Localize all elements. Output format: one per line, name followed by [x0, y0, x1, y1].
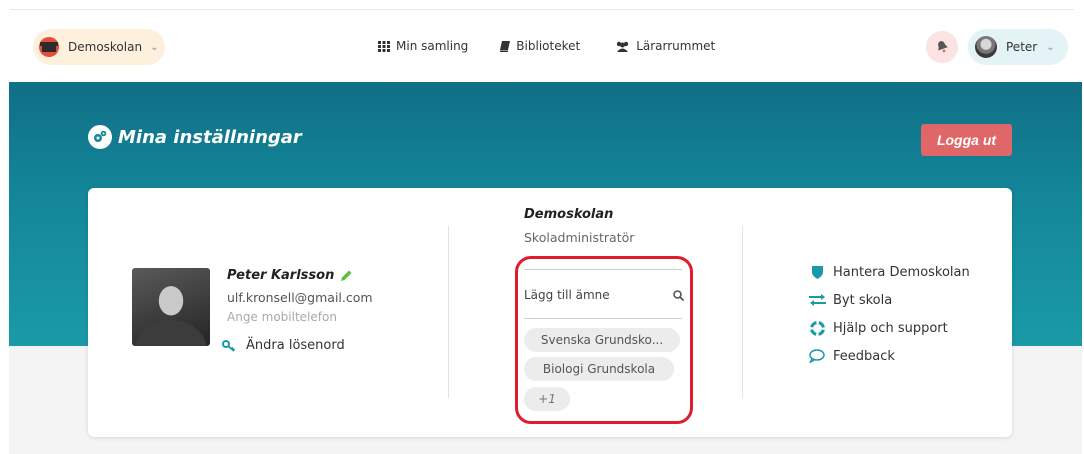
user-name-text: Peter Karlsson: [227, 268, 335, 283]
account-actions: Hantera Demoskolan Byt skola Hjälp och s…: [808, 258, 970, 370]
feedback-link[interactable]: Feedback: [808, 342, 970, 370]
top-navigation: Demoskolan ⌄ Min samling Biblioteket Lär…: [0, 0, 1084, 82]
nav-lararrummet[interactable]: Lärarrummet: [615, 39, 715, 53]
subject-chip[interactable]: Svenska Grundsko...: [524, 328, 680, 352]
school-role: Skoladministratör: [524, 230, 635, 245]
action-label: Hjälp och support: [833, 320, 948, 336]
column-divider: [742, 226, 743, 398]
key-icon: [222, 339, 236, 352]
shield-icon: [808, 265, 826, 279]
settings-card: Peter Karlsson ulf.kronsell@gmail.com An…: [88, 188, 1012, 437]
gears-icon: [88, 125, 112, 149]
change-password-label: Ändra lösenord: [246, 338, 345, 353]
add-mobile-phone-link[interactable]: Ange mobiltelefon: [227, 310, 337, 324]
avatar: [975, 36, 997, 58]
page-title: Mina inställningar: [88, 125, 302, 149]
search-icon[interactable]: [673, 286, 685, 305]
user-menu[interactable]: Peter ⌄: [968, 29, 1068, 65]
lifebuoy-icon: [808, 320, 826, 336]
nav-label: Biblioteket: [516, 39, 581, 53]
page-title-text: Mina inställningar: [118, 126, 302, 148]
school-switcher-label: Demoskolan: [68, 40, 143, 54]
action-label: Feedback: [833, 348, 895, 364]
action-label: Byt skola: [833, 292, 893, 308]
grid-icon: [378, 40, 390, 52]
switch-school-link[interactable]: Byt skola: [808, 286, 970, 314]
school-logo-icon: [39, 37, 59, 57]
profile-photo: [132, 268, 210, 346]
notifications-button[interactable]: [926, 31, 958, 63]
more-subjects-chip[interactable]: +1: [524, 387, 570, 411]
user-email: ulf.kronsell@gmail.com: [227, 290, 373, 305]
column-divider: [448, 226, 449, 398]
add-subject-input[interactable]: [524, 288, 654, 302]
nav-label: Lärarrummet: [636, 39, 716, 53]
nav-biblioteket[interactable]: Biblioteket: [500, 39, 580, 53]
swap-arrows-icon: [808, 294, 826, 306]
main-nav: Min samling Biblioteket Lärarrummet: [368, 36, 715, 56]
manage-school-link[interactable]: Hantera Demoskolan: [808, 258, 970, 286]
top-border-line: [10, 9, 1074, 10]
school-switcher[interactable]: Demoskolan ⌄: [33, 29, 165, 65]
speech-bubble-icon: [808, 349, 826, 363]
school-name: Demoskolan: [524, 207, 614, 222]
divider-line: [524, 318, 682, 319]
help-support-link[interactable]: Hjälp och support: [808, 314, 970, 342]
subject-search: [524, 284, 685, 306]
nav-label: Min samling: [396, 39, 469, 53]
logout-button[interactable]: Logga ut: [921, 124, 1012, 156]
divider-line: [524, 269, 682, 270]
bell-icon: [936, 38, 948, 57]
change-password-link[interactable]: Ändra lösenord: [222, 338, 345, 353]
users-icon: [615, 41, 630, 52]
nav-min-samling[interactable]: Min samling: [378, 39, 468, 53]
subject-chip[interactable]: Biologi Grundskola: [524, 357, 674, 381]
book-icon: [500, 40, 511, 52]
user-name: Peter Karlsson: [227, 268, 353, 283]
page: Demoskolan ⌄ Min samling Biblioteket Lär…: [0, 0, 1084, 454]
user-menu-label: Peter: [1006, 40, 1038, 54]
pencil-icon[interactable]: [340, 269, 353, 282]
chevron-down-icon: ⌄: [1046, 41, 1055, 53]
chevron-down-icon: ⌄: [150, 41, 159, 53]
action-label: Hantera Demoskolan: [833, 264, 970, 280]
